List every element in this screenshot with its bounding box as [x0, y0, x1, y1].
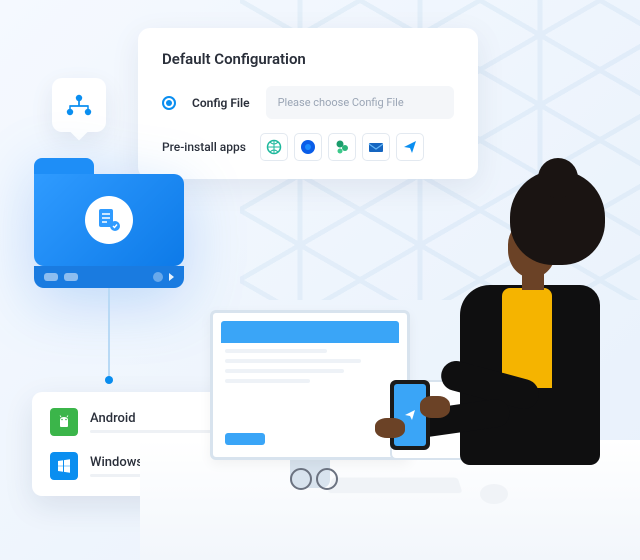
config-folder[interactable] [34, 158, 184, 288]
person-illustration [430, 170, 630, 500]
os-item-windows[interactable]: Windows [50, 452, 214, 480]
folder-next-icon[interactable] [169, 273, 174, 281]
send-icon [435, 410, 455, 430]
config-title: Default Configuration [162, 50, 454, 68]
folder-toolbar [34, 266, 184, 288]
globe-icon [266, 139, 282, 155]
config-file-label: Config File [192, 96, 250, 110]
os-card: Android Windows [32, 392, 232, 496]
org-chart-icon [65, 94, 93, 116]
config-file-picker[interactable]: Please choose Config File [266, 86, 454, 119]
glasses [290, 468, 338, 488]
preinstall-row: Pre-install apps [162, 133, 454, 161]
config-file-radio[interactable] [162, 96, 176, 110]
phone [390, 380, 430, 450]
os-item-android[interactable]: Android [50, 408, 214, 436]
org-chart-bubble [52, 78, 106, 132]
send-icon [403, 408, 417, 422]
checklist-badge-icon [85, 196, 133, 244]
desk-scene [180, 120, 640, 560]
app-mail[interactable] [362, 133, 390, 161]
mail-icon [368, 139, 384, 155]
os-label: Android [90, 411, 214, 426]
monitor [210, 310, 410, 460]
config-card: Default Configuration Config File Please… [138, 28, 478, 179]
browser-icon [300, 139, 316, 155]
windows-icon [50, 452, 78, 480]
send-icon [402, 139, 418, 155]
app-globe[interactable] [260, 133, 288, 161]
android-icon [50, 408, 78, 436]
os-label: Windows [90, 455, 214, 470]
os-placeholder-line [90, 430, 214, 433]
connector-line [108, 288, 110, 378]
sharepoint-icon [334, 139, 350, 155]
app-browser[interactable] [294, 133, 322, 161]
app-sharepoint[interactable] [328, 133, 356, 161]
keyboard [327, 478, 462, 494]
config-file-row: Config File Please choose Config File [162, 86, 454, 119]
app-send[interactable] [396, 133, 424, 161]
os-placeholder-line [90, 474, 214, 477]
app-grid [260, 133, 424, 161]
preinstall-label: Pre-install apps [162, 140, 246, 154]
tablet [390, 380, 500, 460]
mouse [480, 484, 508, 504]
